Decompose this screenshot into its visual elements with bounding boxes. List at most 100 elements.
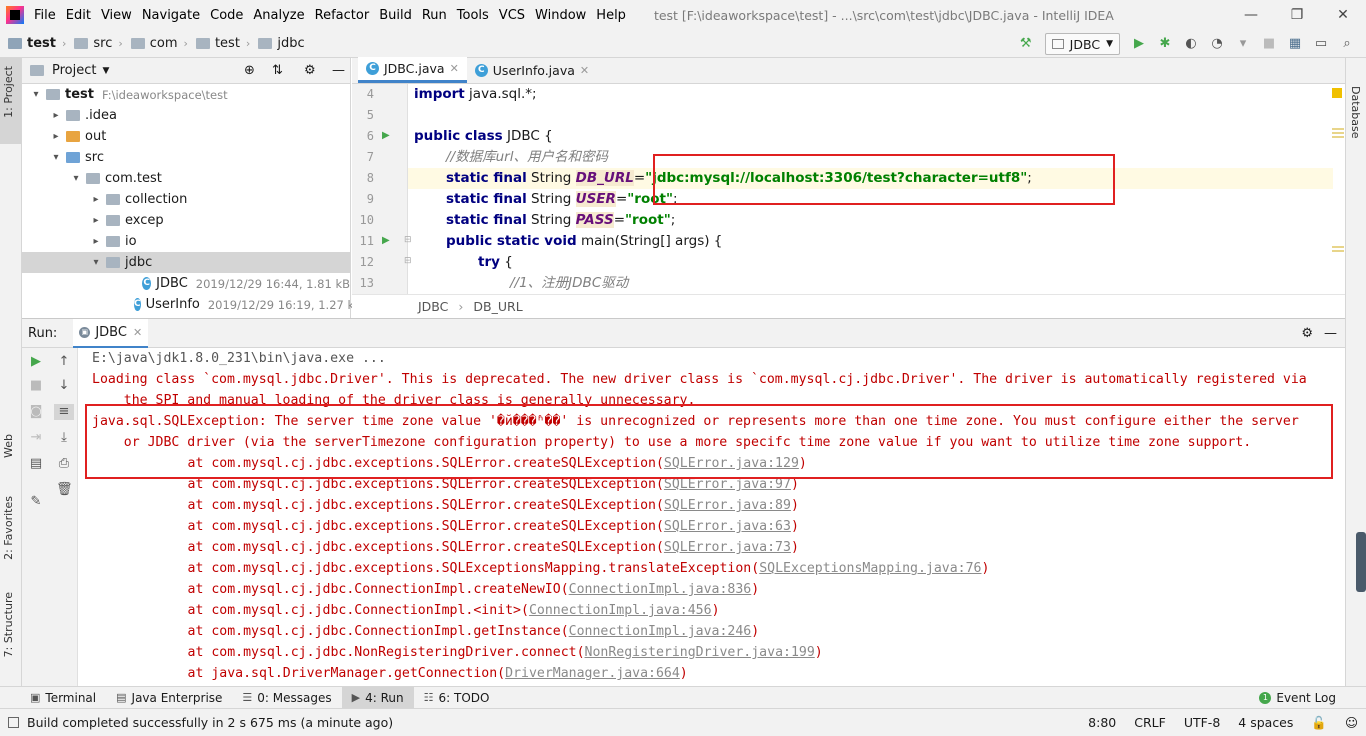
- pin-icon[interactable]: ✎: [28, 494, 44, 510]
- run-tab-jdbc[interactable]: ▣ JDBC ✕: [73, 318, 149, 348]
- login-icon[interactable]: ⇥: [28, 430, 44, 446]
- hide-icon[interactable]: —: [332, 63, 345, 78]
- caret-position[interactable]: 8:80: [1088, 715, 1116, 730]
- stack-frame-link[interactable]: SQLError.java:73: [664, 540, 791, 555]
- analysis-status-icon[interactable]: [1332, 88, 1342, 98]
- bottom-tab-4run[interactable]: ▶ 4: Run: [341, 686, 414, 709]
- print-icon[interactable]: ⎙: [56, 456, 72, 472]
- tree-item-idea[interactable]: ▸ .idea: [22, 105, 350, 126]
- stack-frame-link[interactable]: ConnectionImpl.java:456: [529, 603, 712, 618]
- indent-setting[interactable]: 4 spaces: [1238, 715, 1293, 730]
- menu-navigate[interactable]: Navigate: [142, 8, 200, 23]
- line-separator[interactable]: CRLF: [1134, 715, 1166, 730]
- tree-item-collection[interactable]: ▸ collection: [22, 189, 350, 210]
- stack-frame-link[interactable]: SQLExceptionsMapping.java:76: [759, 561, 981, 576]
- chevron-right-icon[interactable]: ▸: [50, 131, 62, 142]
- run-icon[interactable]: ▶: [1131, 36, 1147, 52]
- stack-frame-link[interactable]: SQLError.java:63: [664, 519, 791, 534]
- bottom-tab-terminal[interactable]: ▣ Terminal: [20, 687, 106, 709]
- hide-icon[interactable]: —: [1324, 326, 1337, 341]
- stack-frame-link[interactable]: SQLError.java:89: [664, 498, 791, 513]
- tree-item-io[interactable]: ▸ io: [22, 231, 350, 252]
- breadcrumb-item[interactable]: jdbc: [258, 36, 305, 51]
- breadcrumb-item[interactable]: src ›: [74, 36, 123, 51]
- chevron-down-icon[interactable]: ▼: [102, 66, 109, 76]
- tool-tab-structure[interactable]: 7: Structure: [2, 592, 15, 657]
- menu-build[interactable]: Build: [379, 8, 412, 23]
- minimize-icon[interactable]: —: [1228, 7, 1274, 23]
- breadcrumb-item[interactable]: test ›: [195, 36, 250, 51]
- warning-stripe[interactable]: [1332, 246, 1344, 248]
- chevron-down-icon[interactable]: ▾: [30, 89, 42, 100]
- soft-wrap-icon[interactable]: ≡: [54, 404, 74, 420]
- scroll-to-end-icon[interactable]: ⤓: [56, 430, 72, 446]
- warning-stripes[interactable]: [1332, 128, 1344, 130]
- menu-view[interactable]: View: [101, 8, 132, 23]
- profile-icon[interactable]: ◔: [1209, 36, 1225, 52]
- layout-icon[interactable]: ▤: [28, 456, 44, 472]
- bottom-tab-6todo[interactable]: ☷ 6: TODO: [414, 687, 500, 709]
- gear-icon[interactable]: ⚙: [304, 63, 316, 78]
- more-run-icon[interactable]: ▾: [1235, 36, 1251, 52]
- fold-icon[interactable]: ⊟: [404, 235, 412, 245]
- tree-item-out[interactable]: ▸ out: [22, 126, 350, 147]
- bottom-tab-javaenterprise[interactable]: ▤ Java Enterprise: [106, 687, 232, 709]
- event-log-tab[interactable]: 1 Event Log: [1259, 691, 1336, 705]
- tree-item-src[interactable]: ▾ src: [22, 147, 350, 168]
- collapse-all-icon[interactable]: ⇅: [272, 63, 283, 78]
- file-encoding[interactable]: UTF-8: [1184, 715, 1220, 730]
- chevron-down-icon[interactable]: ▾: [90, 257, 102, 268]
- stack-frame-link[interactable]: SQLError.java:97: [664, 477, 791, 492]
- breadcrumb-item[interactable]: test ›: [8, 36, 66, 51]
- editor-crumb-class[interactable]: JDBC: [418, 299, 448, 314]
- lock-icon[interactable]: 🔓: [1311, 715, 1327, 731]
- close-icon[interactable]: ✕: [450, 62, 459, 75]
- chevron-right-icon[interactable]: ▸: [90, 194, 102, 205]
- menu-vcs[interactable]: VCS: [499, 8, 525, 23]
- menu-refactor[interactable]: Refactor: [315, 8, 370, 23]
- close-icon[interactable]: ✕: [580, 64, 589, 77]
- tool-tab-web[interactable]: Web: [2, 434, 15, 458]
- stack-frame-link[interactable]: ConnectionImpl.java:836: [569, 582, 752, 597]
- breadcrumb-item[interactable]: com ›: [130, 36, 188, 51]
- menu-code[interactable]: Code: [210, 8, 243, 23]
- gear-icon[interactable]: ⚙: [1301, 326, 1313, 341]
- bottom-tab-0messages[interactable]: ☰ 0: Messages: [232, 687, 341, 709]
- menu-analyze[interactable]: Analyze: [253, 8, 304, 23]
- toggle-tool-windows-icon[interactable]: [8, 717, 19, 728]
- menu-window[interactable]: Window: [535, 8, 586, 23]
- rerun-icon[interactable]: ▶: [28, 354, 44, 370]
- tool-tab-project[interactable]: 1: Project: [2, 66, 15, 118]
- build-hammer-icon[interactable]: ⚒: [1018, 36, 1034, 52]
- coverage-icon[interactable]: ◐: [1183, 36, 1199, 52]
- stack-frame-link[interactable]: ConnectionImpl.java:246: [569, 624, 752, 639]
- trash-icon[interactable]: 🗑: [56, 482, 73, 498]
- fold-icon[interactable]: ⊟: [404, 256, 412, 266]
- stack-frame-link[interactable]: DriverManager.java:664: [505, 666, 680, 681]
- layout-icon[interactable]: ▭: [1313, 36, 1329, 52]
- editor-crumb-field[interactable]: DB_URL: [473, 299, 522, 314]
- chevron-down-icon[interactable]: ▾: [50, 152, 62, 163]
- tree-item-test[interactable]: ▾ test F:\ideaworkspace\test: [22, 84, 350, 105]
- console-output[interactable]: E:\java\jdk1.8.0_231\bin\java.exe ... Lo…: [92, 348, 1342, 687]
- inspector-icon[interactable]: ☺: [1345, 715, 1358, 730]
- menu-file[interactable]: File: [34, 8, 56, 23]
- scroll-down-icon[interactable]: ↓: [56, 378, 72, 394]
- menu-run[interactable]: Run: [422, 8, 447, 23]
- chevron-right-icon[interactable]: ▸: [90, 236, 102, 247]
- run-gutter-icon[interactable]: ▶: [382, 235, 390, 246]
- tree-item-excep[interactable]: ▸ excep: [22, 210, 350, 231]
- project-view-title[interactable]: Project: [52, 63, 96, 78]
- editor-tab[interactable]: C JDBC.java ✕: [358, 57, 467, 83]
- locate-icon[interactable]: ⊕: [244, 63, 255, 78]
- camera-icon[interactable]: ◙: [28, 404, 44, 420]
- tree-item-comtest[interactable]: ▾ com.test: [22, 168, 350, 189]
- stack-frame-link[interactable]: NonRegisteringDriver.java:199: [585, 645, 815, 660]
- close-icon[interactable]: ✕: [1320, 7, 1366, 23]
- stop-icon[interactable]: ■: [28, 378, 44, 394]
- menu-edit[interactable]: Edit: [66, 8, 91, 23]
- close-icon[interactable]: ✕: [133, 326, 142, 339]
- menu-help[interactable]: Help: [596, 8, 626, 23]
- debug-icon[interactable]: ✱: [1157, 36, 1173, 52]
- tool-tab-favorites[interactable]: 2: Favorites: [2, 496, 15, 560]
